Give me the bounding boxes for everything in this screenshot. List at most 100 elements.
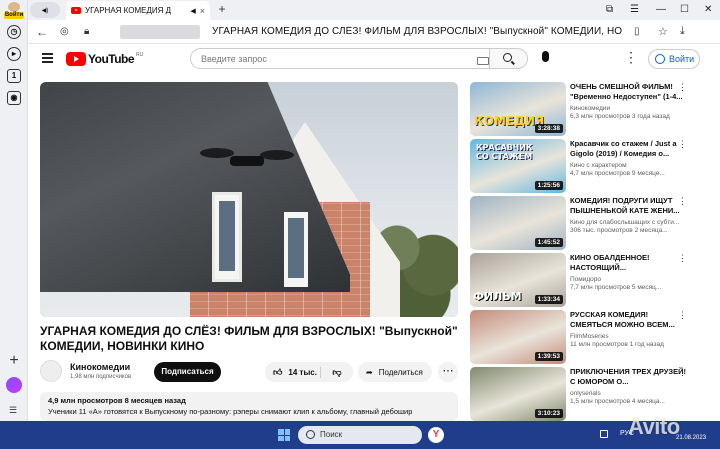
windows-start-icon[interactable] xyxy=(278,429,290,441)
keyboard-icon[interactable] xyxy=(477,57,489,65)
hamburger-menu-icon[interactable] xyxy=(42,53,53,65)
bookmark-star-icon[interactable]: ☆ xyxy=(658,25,668,38)
add-panel-icon[interactable]: + xyxy=(7,352,21,370)
dislike-button[interactable]: 👎︎ xyxy=(321,367,353,378)
like-dislike-group: 👍︎ 14 тыс. 👎︎ xyxy=(265,362,353,382)
history-icon[interactable]: ◷ xyxy=(7,25,21,39)
rec-channel[interactable]: Кинокомедии xyxy=(570,105,688,112)
tabs-overview-icon[interactable]: ⧉ xyxy=(606,4,613,15)
rec-title[interactable]: КОМЕДИЯ! ПОДРУГИ ИЩУТ ПЫШНЕНЬКОЙ КАТЕ ЖЕ… xyxy=(570,196,688,216)
tab-active[interactable]: УГАРНАЯ КОМЕДИЯ Д ◀ × xyxy=(66,1,210,20)
rec-info: Красавчик со стажем / Just a Gigolo (201… xyxy=(570,139,688,177)
video-drone xyxy=(200,148,295,170)
rec-duration: 1:25:56 xyxy=(534,181,563,190)
taskbar-date[interactable]: 21.08.2023 xyxy=(676,435,706,441)
like-count: 14 тыс. xyxy=(288,367,317,377)
tab-count-icon[interactable]: 1 xyxy=(7,69,21,83)
channel-name[interactable]: Кинокомедии xyxy=(70,362,130,372)
video-player[interactable] xyxy=(40,82,458,317)
rec-channel[interactable]: Кино с характером xyxy=(570,162,688,169)
video-more-button[interactable]: ⋯ xyxy=(438,362,458,382)
rec-channel[interactable]: Кино для слабослышащих с субти... xyxy=(570,219,688,226)
new-tab-button[interactable]: + xyxy=(215,3,229,17)
description-box[interactable]: 4,9 млн просмотров 8 месяцев назад Учени… xyxy=(40,392,458,421)
like-button[interactable]: 👍︎ 14 тыс. xyxy=(265,366,321,378)
channel-avatar[interactable] xyxy=(40,360,62,382)
rec-title[interactable]: ОЧЕНЬ СМЕШНОЙ ФИЛЬМ! "Временно Недоступе… xyxy=(570,82,688,102)
rec-thumbnail[interactable]: ФИЛЬМ 1:33:34 xyxy=(470,253,566,307)
rec-more-icon[interactable]: ⋮ xyxy=(678,310,687,321)
rec-title[interactable]: Красавчик со стажем / Just a Gigolo (201… xyxy=(570,139,688,159)
taskbar-search[interactable]: Поиск xyxy=(298,426,422,444)
rec-item[interactable]: ФИЛЬМ 1:33:34 КИНО ОБАЛДЕННОЕ! НАСТОЯЩИЙ..… xyxy=(470,253,690,308)
rec-duration: 3:28:38 xyxy=(534,124,563,133)
close-window-icon[interactable]: ✕ xyxy=(704,4,712,15)
url-chip[interactable] xyxy=(120,25,200,39)
avito-watermark: Avito xyxy=(628,414,680,439)
tab-audio-toggle[interactable]: ◀) xyxy=(30,2,60,18)
reader-icon[interactable]: ▯ xyxy=(634,26,640,37)
media-play-icon[interactable]: ▸ xyxy=(7,47,21,61)
rec-info: РУССКАЯ КОМЕДИЯ! СМЕЯТЬСЯ МОЖНО ВСЕМ... F… xyxy=(570,310,688,348)
bookmarks-icon[interactable]: ☰ xyxy=(630,4,639,15)
yandex-browser-icon[interactable]: Y xyxy=(428,427,444,443)
profile-button[interactable]: Войти xyxy=(4,2,24,20)
back-icon[interactable]: ← xyxy=(36,25,48,39)
rec-title[interactable]: ПРИКЛЮЧЕНИЯ ТРЕХ ДРУЗЕЙ! С ЮМОРОМ О... xyxy=(570,367,688,387)
microphone-icon[interactable] xyxy=(542,51,549,62)
rec-thumbnail[interactable]: 1:45:52 xyxy=(470,196,566,250)
rec-item[interactable]: КРАСАВЧИК СО СТАЖЕМ 1:25:56 Красавчик со с… xyxy=(470,139,690,194)
video-window xyxy=(284,212,308,287)
channel-row: Кинокомедии 1,98 млн подписчиков Подписа… xyxy=(40,360,460,384)
rec-thumbnail[interactable]: КОМЕДИЯ 3:28:38 xyxy=(470,82,566,136)
subscribe-button[interactable]: Подписаться xyxy=(154,362,221,382)
rec-more-icon[interactable]: ⋮ xyxy=(678,139,687,150)
alice-assistant-icon[interactable] xyxy=(6,377,22,393)
rec-more-icon[interactable]: ⋮ xyxy=(678,253,687,264)
windows-taskbar: Поиск Y РУС 21.08.2023 xyxy=(0,421,720,449)
rec-more-icon[interactable]: ⋮ xyxy=(678,196,687,207)
address-bar: ← ◎ 🔒︎ УГАРНАЯ КОМЕДИЯ ДО СЛЁЗ! ФИЛЬМ ДЛ… xyxy=(28,20,720,44)
rec-channel[interactable]: FilmMoseries xyxy=(570,333,688,340)
youtube-logo[interactable]: YouTube RU xyxy=(66,52,143,66)
tab-speaker-icon[interactable]: ◀ xyxy=(190,7,195,15)
rec-meta: 6,3 млн просмотров 3 года назад xyxy=(570,113,670,120)
rec-more-icon[interactable]: ⋮ xyxy=(678,367,687,378)
tab-close-icon[interactable]: × xyxy=(200,6,205,16)
maximize-icon[interactable]: ☐ xyxy=(680,4,689,15)
rec-thumbnail[interactable]: КРАСАВЧИК СО СТАЖЕМ 1:25:56 xyxy=(470,139,566,193)
more-options-icon[interactable]: ⋮ xyxy=(624,49,638,65)
rec-channel[interactable]: onlyserials xyxy=(570,390,688,397)
login-button[interactable]: Войти xyxy=(648,49,700,69)
tray-chevron-icon[interactable] xyxy=(600,430,608,438)
sidebar-menu-icon[interactable]: ☰ xyxy=(9,405,19,416)
share-icon: ➦ xyxy=(366,367,373,377)
rec-item[interactable]: 1:39:53 РУССКАЯ КОМЕДИЯ! СМЕЯТЬСЯ МОЖНО В… xyxy=(470,310,690,365)
shield-icon[interactable]: ◎ xyxy=(60,26,69,37)
tab-title: УГАРНАЯ КОМЕДИЯ Д xyxy=(85,6,172,15)
share-button[interactable]: ➦ Поделиться xyxy=(358,362,432,382)
rec-title[interactable]: РУССКАЯ КОМЕДИЯ! СМЕЯТЬСЯ МОЖНО ВСЕМ... xyxy=(570,310,688,330)
rec-more-icon[interactable]: ⋮ xyxy=(678,82,687,93)
download-icon[interactable]: ⤓ xyxy=(680,25,685,38)
search-button[interactable] xyxy=(490,48,528,69)
browser-sidebar: Войти ◷ ▸ 1 ◉ + ☰ xyxy=(0,0,28,421)
search-input[interactable]: Введите запрос xyxy=(190,48,490,69)
rec-meta: 1,5 млн просмотров 4 месяца... xyxy=(570,398,665,405)
rec-item[interactable]: 1:45:52 КОМЕДИЯ! ПОДРУГИ ИЩУТ ПЫШНЕНЬКОЙ … xyxy=(470,196,690,251)
rec-meta: 7,7 млн просмотров 5 месяц... xyxy=(570,284,662,291)
address-page-title[interactable]: УГАРНАЯ КОМЕДИЯ ДО СЛЁЗ! ФИЛЬМ ДЛЯ ВЗРОС… xyxy=(212,26,622,37)
lock-icon[interactable]: 🔒︎ xyxy=(84,26,89,37)
logo-region: RU xyxy=(136,52,144,58)
screenshot-icon[interactable]: ◉ xyxy=(7,91,21,105)
rec-thumbnail[interactable]: 1:39:53 xyxy=(470,310,566,364)
rec-item[interactable]: КОМЕДИЯ 3:28:38 ОЧЕНЬ СМЕШНОЙ ФИЛЬМ! "Врем… xyxy=(470,82,690,137)
rec-title[interactable]: КИНО ОБАЛДЕННОЕ! НАСТОЯЩИЙ... xyxy=(570,253,688,273)
logo-text: YouTube xyxy=(88,52,135,66)
minimize-icon[interactable]: — xyxy=(656,4,666,15)
account-icon xyxy=(655,54,665,64)
rec-channel[interactable]: Помидоро xyxy=(570,276,688,283)
rec-duration: 1:33:34 xyxy=(534,295,563,304)
rec-thumb-text: КРАСАВЧИК СО СТАЖЕМ xyxy=(476,143,533,161)
rec-thumbnail[interactable]: 3:10:23 xyxy=(470,367,566,421)
